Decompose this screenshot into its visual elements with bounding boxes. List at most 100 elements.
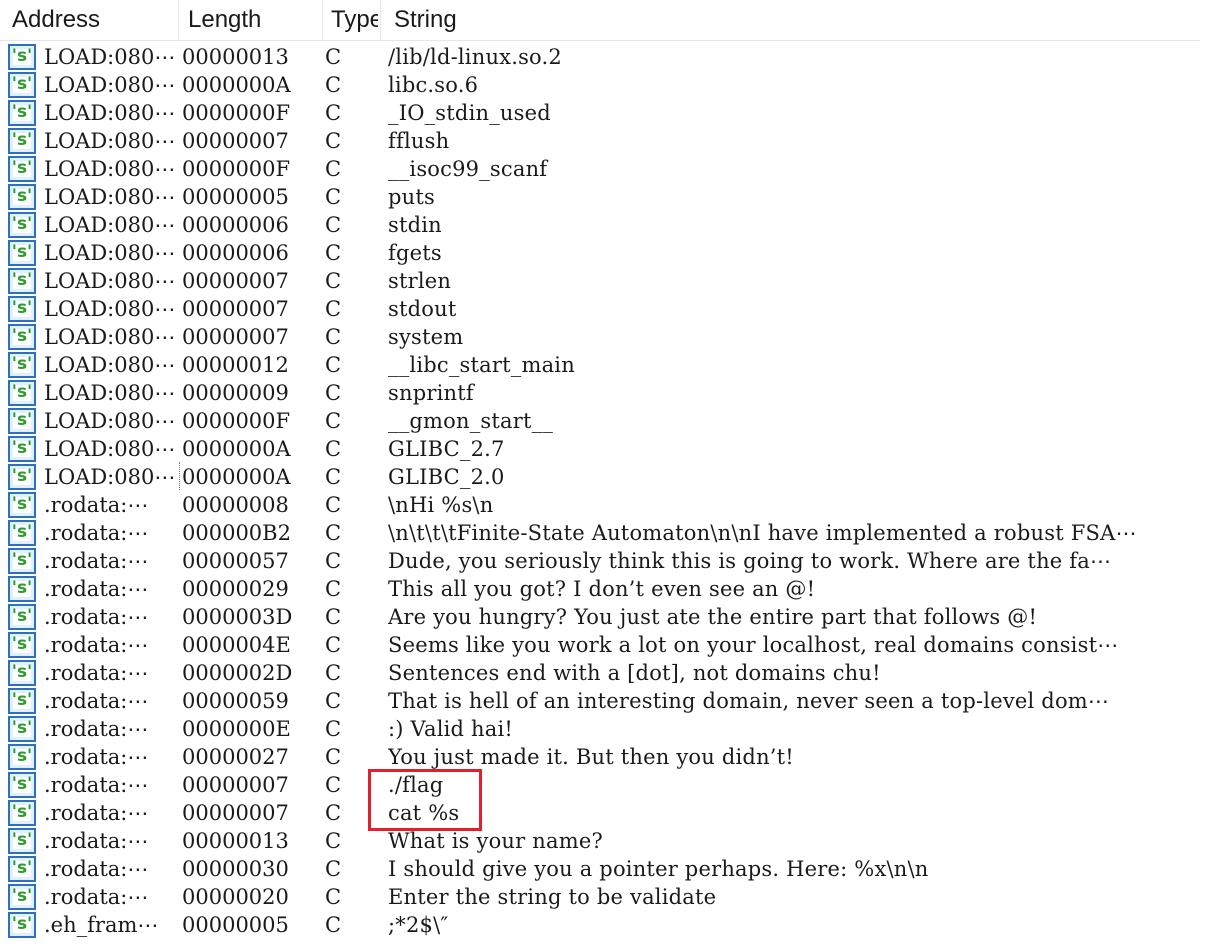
table-row[interactable]: 's' .rodata:⋯ 00000029 C This all you got? I… <box>0 575 1200 603</box>
table-row[interactable]: 's' LOAD:080⋯ 0000000F C _IO_stdin_used <box>0 99 1200 127</box>
cell-string: :) Valid hai! <box>388 717 514 741</box>
cell-length: 00000020 <box>182 885 289 909</box>
table-row[interactable]: 's' .rodata:⋯ 00000007 C ./flag <box>0 771 1200 799</box>
string-icon: 's' <box>8 44 36 70</box>
cell-string: _IO_stdin_used <box>388 101 551 125</box>
cell-string: fgets <box>388 241 442 265</box>
cell-type: C <box>325 885 342 909</box>
table-row[interactable]: 's' LOAD:080⋯ 0000000F C __gmon_start__ <box>0 407 1200 435</box>
cell-address: .rodata:⋯ <box>44 857 149 881</box>
cell-string: This all you got? I don’t even see an @! <box>388 577 816 601</box>
cell-address: .rodata:⋯ <box>44 605 149 629</box>
table-row[interactable]: 's' LOAD:080⋯ 0000000A Clibc.so.6 <box>0 71 1200 99</box>
cell-address: LOAD:080⋯ <box>44 157 176 181</box>
table-row[interactable]: 's' .rodata:⋯ 0000002D C Sentences end with … <box>0 659 1200 687</box>
table-row[interactable]: 's' LOAD:080⋯ 00000006 Cfgets <box>0 239 1200 267</box>
table-row[interactable]: 's' LOAD:080⋯ 00000007 Cfflush <box>0 127 1200 155</box>
table-row[interactable]: 's' LOAD:080⋯ 00000007 Csystem <box>0 323 1200 351</box>
cell-length: 00000005 <box>182 185 289 209</box>
string-icon-glyph: 's' <box>11 802 33 822</box>
string-icon: 's' <box>8 436 36 462</box>
cell-length: 0000000A <box>182 465 291 489</box>
table-row[interactable]: 's' .rodata:⋯ 00000057 C Dude, you seriously… <box>0 547 1200 575</box>
table-row[interactable]: 's' .rodata:⋯ 00000030 C I should give you a… <box>0 855 1200 883</box>
cell-length: 00000057 <box>182 549 289 573</box>
cell-type: C <box>325 745 342 769</box>
table-row[interactable]: 's' LOAD:080⋯ 00000006 Cstdin <box>0 211 1200 239</box>
cell-type: C <box>325 185 342 209</box>
table-row[interactable]: 's' LOAD:080⋯ 00000013 C/lib/ld-linux.so.2 <box>0 43 1200 71</box>
string-icon: 's' <box>8 744 36 770</box>
cell-type: C <box>325 465 342 489</box>
table-row[interactable]: 's' .rodata:⋯ 00000020 C Enter the string to… <box>0 883 1200 911</box>
table-row[interactable]: 's' LOAD:080⋯ 00000007 Cstdout <box>0 295 1200 323</box>
cell-length: 0000002D <box>182 661 293 685</box>
table-row[interactable]: 's' .rodata:⋯ 0000000E C:) Valid hai! <box>0 715 1200 743</box>
cell-address: .rodata:⋯ <box>44 577 149 601</box>
table-row[interactable]: 's' LOAD:080⋯ 00000009 Csnprintf <box>0 379 1200 407</box>
string-icon: 's' <box>8 548 36 574</box>
table-row[interactable]: 's' .rodata:⋯ 00000059 C That is hell of an … <box>0 687 1200 715</box>
string-icon-glyph: 's' <box>11 466 33 486</box>
table-row[interactable]: 's' LOAD:080⋯ 0000000A C GLIBC_2.7 <box>0 435 1200 463</box>
table-row[interactable]: 's' .rodata:⋯ 00000027 C You just made it. B… <box>0 743 1200 771</box>
table-row[interactable]: 's' .rodata:⋯ 00000013 C What is your name? <box>0 827 1200 855</box>
cell-type: C <box>325 409 342 433</box>
string-icon: 's' <box>8 128 36 154</box>
cell-length: 0000000A <box>182 73 291 97</box>
cell-address: .rodata:⋯ <box>44 885 149 909</box>
cell-length: 000000B2 <box>182 521 291 545</box>
column-header-type[interactable]: Type <box>322 0 378 40</box>
highlight-box <box>368 769 482 831</box>
cell-address: LOAD:080⋯ <box>44 297 176 321</box>
cell-length: 00000006 <box>182 241 289 265</box>
string-icon-glyph: 's' <box>11 270 33 290</box>
cell-string: Seems like you work a lot on your localh… <box>388 633 1119 657</box>
table-row[interactable]: 's' .rodata:⋯ 0000003D C Are you hungry? You… <box>0 603 1200 631</box>
cell-length: 00000007 <box>182 269 289 293</box>
cell-string: Enter the string to be validate <box>388 885 717 909</box>
table-row[interactable]: 's' LOAD:080⋯ 00000005 Cputs <box>0 183 1200 211</box>
cell-type: C <box>325 297 342 321</box>
cell-address: LOAD:080⋯ <box>44 241 176 265</box>
table-row[interactable]: 's' .eh_fram⋯ 00000005 C ;*2$\″ <box>0 911 1200 939</box>
cell-address: LOAD:080⋯ <box>44 409 176 433</box>
cell-length: 00000007 <box>182 801 289 825</box>
cell-address: .rodata:⋯ <box>44 717 149 741</box>
cell-type: C <box>325 437 342 461</box>
string-icon-glyph: 's' <box>11 718 33 738</box>
cell-length: 00000059 <box>182 689 289 713</box>
column-header-length[interactable]: Length <box>178 0 322 40</box>
table-row[interactable]: 's' .rodata:⋯ 0000004E C Seems like you work… <box>0 631 1200 659</box>
cell-length: 00000013 <box>182 45 289 69</box>
cell-length: 00000029 <box>182 577 289 601</box>
string-icon: 's' <box>8 604 36 630</box>
cell-string: fflush <box>388 129 450 153</box>
cell-type: C <box>325 689 342 713</box>
cell-address: LOAD:080⋯ <box>44 325 176 349</box>
cell-string: You just made it. But then you didn’t! <box>388 745 794 769</box>
string-icon-glyph: 's' <box>11 46 33 66</box>
cell-type: C <box>325 913 342 937</box>
cell-type: C <box>325 605 342 629</box>
table-row[interactable]: 's' LOAD:080⋯ 0000000F C __isoc99_scanf <box>0 155 1200 183</box>
table-row[interactable]: 's' .rodata:⋯ 000000B2 C \n\t\t\tFinite-Stat… <box>0 519 1200 547</box>
table-row[interactable]: 's' LOAD:080⋯ 00000012 C __libc_start_main <box>0 351 1200 379</box>
table-row[interactable]: 's' .rodata:⋯ 00000007 Ccat %s <box>0 799 1200 827</box>
string-icon: 's' <box>8 352 36 378</box>
column-divider-dotted <box>179 462 181 490</box>
cell-string: That is hell of an interesting domain, n… <box>388 689 1110 713</box>
column-header-string[interactable]: String <box>380 0 1200 40</box>
string-icon-glyph: 's' <box>11 494 33 514</box>
table-row[interactable]: 's' LOAD:080⋯ 00000007 Cstrlen <box>0 267 1200 295</box>
cell-string: Sentences end with a [dot], not domains … <box>388 661 881 685</box>
cell-address: .rodata:⋯ <box>44 801 149 825</box>
string-icon: 's' <box>8 688 36 714</box>
cell-string: Are you hungry? You just ate the entire … <box>388 605 1038 629</box>
column-header-address[interactable]: Address <box>0 0 178 40</box>
cell-address: .rodata:⋯ <box>44 549 149 573</box>
cell-length: 00000027 <box>182 745 289 769</box>
string-icon: 's' <box>8 156 36 182</box>
cell-type: C <box>325 633 342 657</box>
table-row[interactable]: 's' .rodata:⋯ 00000008 C \nHi %s\n <box>0 491 1200 519</box>
